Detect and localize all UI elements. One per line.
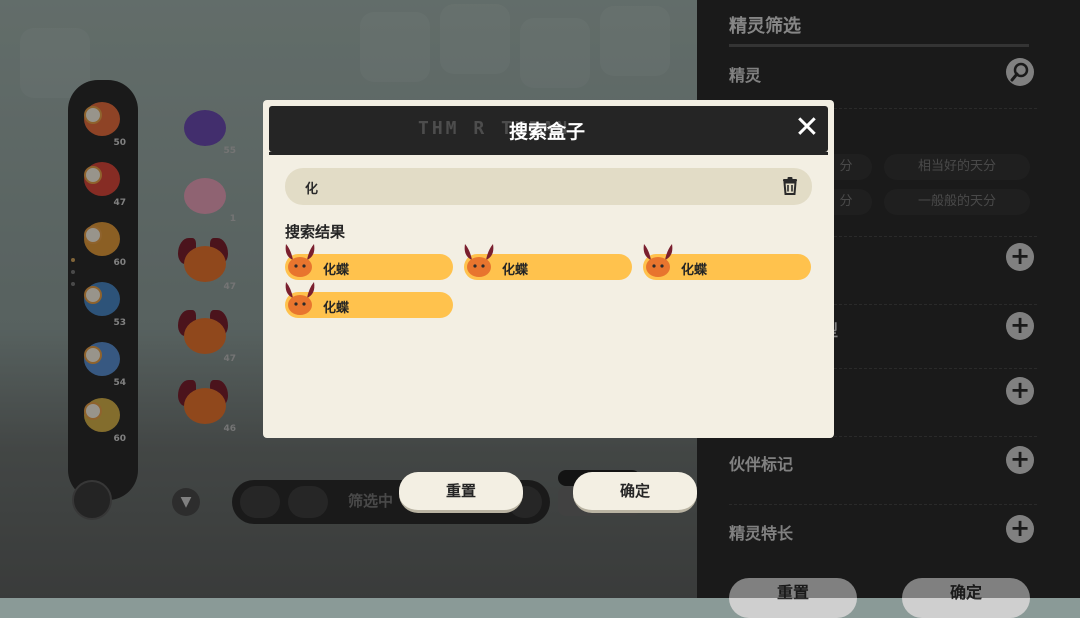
header-underline — [269, 152, 828, 155]
butterfly-spirit-icon — [283, 240, 317, 278]
search-input-value: 化 — [305, 182, 319, 197]
result-name: 化蝶 — [502, 263, 529, 278]
trash-icon[interactable] — [780, 176, 800, 196]
result-item[interactable]: 化蝶 — [643, 244, 811, 280]
search-input[interactable] — [285, 168, 812, 205]
result-item[interactable]: 化蝶 — [285, 244, 453, 280]
result-name: 化蝶 — [323, 263, 350, 278]
reset-button[interactable]: 重置 — [399, 472, 523, 513]
result-name: 化蝶 — [323, 301, 350, 316]
result-item[interactable]: 化蝶 — [285, 282, 453, 318]
butterfly-spirit-icon — [462, 240, 496, 278]
butterfly-spirit-icon — [283, 278, 317, 316]
result-item[interactable]: 化蝶 — [464, 244, 632, 280]
close-icon[interactable]: ✕ — [791, 112, 823, 144]
butterfly-spirit-icon — [641, 240, 675, 278]
confirm-button[interactable]: 确定 — [573, 472, 697, 513]
result-name: 化蝶 — [681, 263, 708, 278]
modal-title: 搜索盒子 — [508, 121, 585, 143]
results-heading: 搜索结果 — [285, 223, 346, 241]
